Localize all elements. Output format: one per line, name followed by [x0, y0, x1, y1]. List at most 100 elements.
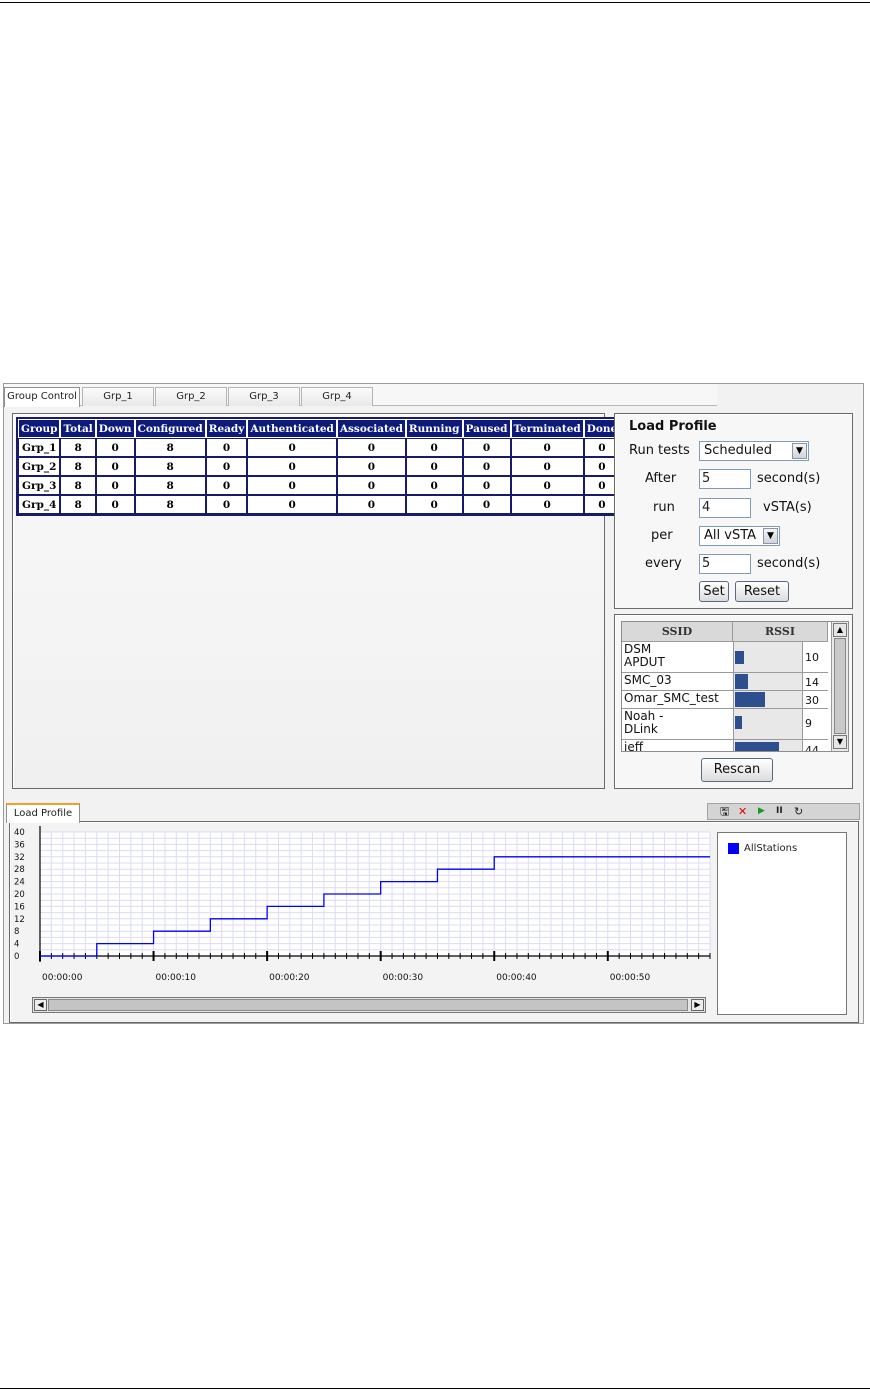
- rescan-button[interactable]: Rescan: [701, 758, 773, 782]
- ssid-column-header[interactable]: SSID: [622, 622, 733, 642]
- every-unit-label: second(s): [757, 556, 821, 571]
- after-seconds-input[interactable]: 5: [699, 469, 751, 489]
- x-tick-label: 00:00:40: [496, 973, 537, 983]
- cell-authenticated: 0: [247, 457, 337, 476]
- y-tick-label: 4: [14, 940, 19, 950]
- pause-icon[interactable]: II: [776, 804, 783, 819]
- col-paused[interactable]: Paused: [462, 419, 511, 438]
- tab-grp-1[interactable]: Grp_1: [82, 387, 154, 406]
- scrollbar-thumb[interactable]: [48, 999, 688, 1011]
- y-tick-label: 12: [14, 915, 25, 925]
- cell-total: 8: [60, 476, 96, 495]
- scroll-up-icon[interactable]: ▲: [833, 623, 847, 637]
- tab-load-profile[interactable]: Load Profile: [6, 803, 80, 823]
- cell-terminated: 0: [510, 495, 584, 514]
- legend-swatch: [728, 843, 739, 854]
- page-bottom-rule: [0, 1388, 870, 1389]
- cell-paused: 0: [462, 495, 511, 514]
- ssid-list: SSID RSSI DSM APDUT 10 SMC_03 14 Omar_SM…: [621, 621, 849, 752]
- delete-icon[interactable]: ✕: [738, 804, 747, 819]
- per-label: per: [651, 528, 673, 543]
- cell-down: 0: [95, 476, 135, 495]
- cell-authenticated: 0: [247, 438, 337, 457]
- col-authenticated[interactable]: Authenticated: [247, 419, 337, 438]
- group-status-panel: Group Total Down Configured Ready Authen…: [12, 413, 623, 789]
- rssi-column-header[interactable]: RSSI: [733, 622, 828, 642]
- save-icon[interactable]: 🖫: [720, 804, 729, 819]
- cell-running: 0: [405, 476, 463, 495]
- rssi-value: 14: [805, 676, 819, 689]
- chart-legend: AllStations: [717, 832, 847, 1015]
- cell-ready: 0: [205, 457, 248, 476]
- cell-paused: 0: [462, 476, 511, 495]
- x-tick-label: 00:00:10: [156, 973, 197, 983]
- run-tests-select[interactable]: Scheduled ▼: [699, 441, 809, 461]
- cell-terminated: 0: [510, 438, 584, 457]
- refresh-icon[interactable]: ↻: [794, 804, 803, 819]
- set-button[interactable]: Set: [699, 581, 729, 602]
- list-item[interactable]: SMC_03 14: [622, 673, 828, 691]
- scroll-down-icon[interactable]: ▼: [833, 735, 847, 749]
- tab-group-control[interactable]: Group Control: [4, 387, 80, 407]
- ssid-name: Omar_SMC_test: [624, 691, 719, 705]
- cell-ready: 0: [205, 476, 248, 495]
- list-item[interactable]: DSM APDUT 10: [622, 642, 828, 673]
- ssid-name: DSM APDUT: [624, 642, 665, 669]
- rssi-bar: [735, 651, 744, 664]
- table-row[interactable]: Grp_3 8 0 8 0 0 0 0 0 0 0: [18, 476, 621, 495]
- col-ready[interactable]: Ready: [205, 419, 248, 438]
- cell-total: 8: [60, 495, 96, 514]
- cell-configured: 8: [134, 476, 206, 495]
- ssid-list-scrollbar[interactable]: ▲ ▼: [831, 622, 848, 751]
- list-item[interactable]: jeff 44: [622, 740, 828, 752]
- list-item[interactable]: Omar_SMC_test 30: [622, 691, 828, 709]
- cell-terminated: 0: [510, 476, 584, 495]
- ssid-name: jeff: [624, 740, 643, 752]
- tab-grp-4[interactable]: Grp_4: [301, 387, 373, 406]
- scroll-left-icon[interactable]: ◀: [34, 999, 47, 1011]
- cell-authenticated: 0: [247, 495, 337, 514]
- per-value: All vSTA: [704, 528, 757, 543]
- scrollbar-thumb[interactable]: [834, 638, 846, 734]
- rssi-bar: [735, 716, 742, 729]
- chevron-down-icon[interactable]: ▼: [763, 528, 778, 544]
- cell-down: 0: [95, 438, 135, 457]
- list-item[interactable]: Noah - DLink 9: [622, 709, 828, 740]
- every-seconds-input[interactable]: 5: [699, 554, 751, 574]
- tab-grp-2[interactable]: Grp_2: [155, 387, 227, 406]
- load-profile-title: Load Profile: [629, 419, 717, 434]
- rssi-value: 10: [805, 651, 819, 664]
- table-row[interactable]: Grp_4 8 0 8 0 0 0 0 0 0 0: [18, 495, 621, 514]
- tab-grp-3[interactable]: Grp_3: [228, 387, 300, 406]
- play-icon[interactable]: ▶: [758, 804, 765, 819]
- col-running[interactable]: Running: [405, 419, 463, 438]
- cell-associated: 0: [336, 476, 406, 495]
- ssid-name: SMC_03: [624, 673, 672, 687]
- rssi-meter: [733, 740, 803, 751]
- table-row[interactable]: Grp_2 8 0 8 0 0 0 0 0 0 0: [18, 457, 621, 476]
- chart-horizontal-scrollbar[interactable]: ◀ ▶: [32, 997, 706, 1013]
- run-vsta-input[interactable]: 4: [699, 498, 751, 518]
- chevron-down-icon[interactable]: ▼: [792, 443, 807, 459]
- scroll-right-icon[interactable]: ▶: [691, 999, 704, 1011]
- col-down[interactable]: Down: [95, 419, 135, 438]
- col-group[interactable]: Group: [18, 419, 61, 438]
- load-profile-settings-panel: Load Profile Run tests Scheduled ▼ After…: [614, 413, 853, 609]
- col-associated[interactable]: Associated: [336, 419, 406, 438]
- col-total[interactable]: Total: [60, 419, 96, 438]
- col-terminated[interactable]: Terminated: [510, 419, 584, 438]
- rssi-meter: [733, 691, 803, 708]
- col-configured[interactable]: Configured: [134, 419, 206, 438]
- cell-running: 0: [405, 438, 463, 457]
- cell-associated: 0: [336, 438, 406, 457]
- table-row[interactable]: Grp_1 8 0 8 0 0 0 0 0 0 0: [18, 438, 621, 457]
- cell-configured: 8: [134, 457, 206, 476]
- cell-configured: 8: [134, 495, 206, 514]
- reset-button[interactable]: Reset: [735, 581, 789, 602]
- legend-label: AllStations: [744, 843, 798, 854]
- per-select[interactable]: All vSTA ▼: [699, 526, 780, 546]
- y-tick-label: 0: [14, 952, 19, 962]
- x-tick-label: 00:00:30: [383, 973, 424, 983]
- ssid-scan-panel: SSID RSSI DSM APDUT 10 SMC_03 14 Omar_SM…: [614, 614, 853, 789]
- after-label: After: [645, 471, 677, 486]
